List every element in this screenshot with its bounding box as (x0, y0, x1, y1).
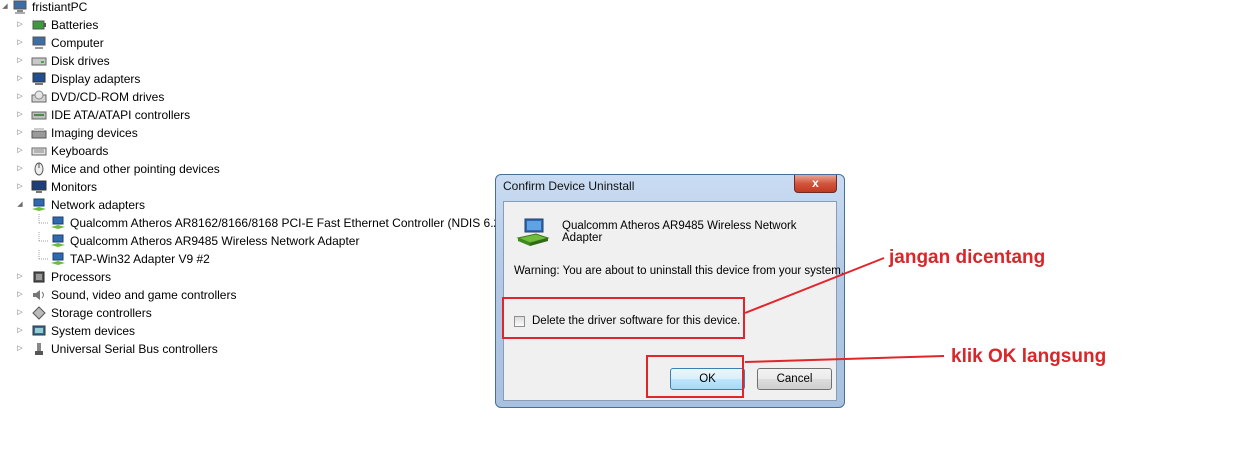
checkbox-annotation: jangan dicentang (889, 247, 1046, 268)
ok-annotation: klik OK langsung (951, 346, 1107, 367)
checkbox-pointer-line (744, 257, 885, 314)
ok-pointer-line (744, 355, 945, 363)
annotation-lines (744, 257, 945, 363)
